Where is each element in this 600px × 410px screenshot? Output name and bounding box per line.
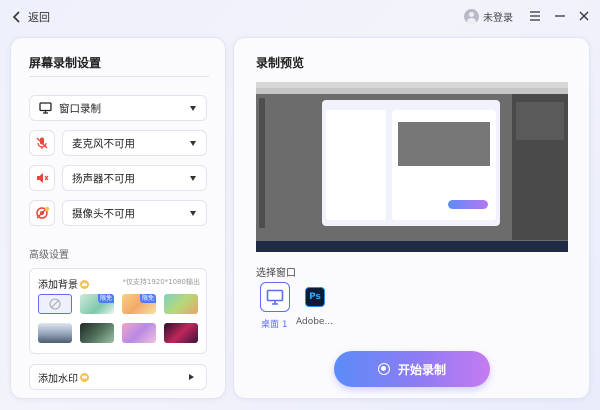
preview-panels bbox=[512, 94, 568, 240]
start-recording-label: 开始录制 bbox=[397, 362, 446, 377]
preview-toolbar bbox=[259, 98, 265, 228]
background-thumb[interactable] bbox=[164, 323, 198, 343]
chevron-right-icon bbox=[189, 374, 194, 380]
minimize-icon[interactable] bbox=[553, 9, 567, 23]
camera-dropdown[interactable]: 摄像头不可用 bbox=[62, 200, 207, 226]
divider bbox=[29, 76, 209, 77]
caret-down-icon bbox=[190, 141, 196, 146]
record-mode-dropdown[interactable]: 窗口录制 bbox=[29, 95, 207, 121]
preview-app-left bbox=[326, 110, 386, 220]
photoshop-icon: Ps bbox=[305, 287, 325, 307]
caret-down-icon bbox=[190, 176, 196, 181]
camera-toggle[interactable] bbox=[29, 200, 55, 226]
background-title: 添加背景 bbox=[38, 276, 89, 291]
back-label: 返回 bbox=[28, 11, 50, 24]
background-hint: *仅支持1920*1080输出 bbox=[122, 278, 200, 286]
speaker-off-icon bbox=[37, 173, 49, 183]
settings-title: 屏幕录制设置 bbox=[29, 56, 102, 70]
record-mode-label: 窗口录制 bbox=[59, 102, 101, 115]
preview-app-screen bbox=[398, 122, 490, 166]
avatar-icon bbox=[464, 9, 479, 24]
add-watermark-button[interactable]: 添加水印 bbox=[29, 364, 207, 390]
window-label-desktop: 桌面 1 bbox=[261, 320, 288, 330]
start-recording-button[interactable]: 开始录制 bbox=[334, 351, 490, 387]
caret-down-icon bbox=[190, 106, 196, 111]
background-thumb[interactable]: 限免 bbox=[122, 294, 156, 314]
recording-preview-panel: 录制预览 选择窗口 桌面 1 Ps Adobe... 开始录制 bbox=[233, 37, 590, 399]
crown-icon bbox=[80, 280, 89, 289]
back-button[interactable]: 返回 bbox=[12, 9, 50, 25]
title-bar: 返回 未登录 bbox=[0, 0, 600, 34]
camera-label: 摄像头不可用 bbox=[72, 207, 135, 220]
window-option-desktop[interactable] bbox=[260, 282, 290, 312]
preview-app-window bbox=[322, 100, 500, 226]
user-login[interactable]: 未登录 bbox=[464, 9, 513, 24]
free-badge: 限免 bbox=[97, 294, 114, 303]
background-thumb[interactable]: 限免 bbox=[80, 294, 114, 314]
free-badge: 限免 bbox=[139, 294, 156, 303]
none-icon bbox=[49, 298, 61, 310]
caret-down-icon bbox=[190, 211, 196, 216]
watermark-label: 添加水印 bbox=[38, 373, 78, 385]
speaker-dropdown[interactable]: 扬声器不可用 bbox=[62, 165, 207, 191]
monitor-icon bbox=[39, 102, 52, 114]
microphone-off-icon bbox=[36, 137, 48, 149]
preview-title: 录制预览 bbox=[256, 56, 305, 70]
preview-app-button bbox=[448, 200, 488, 209]
close-icon[interactable] bbox=[577, 9, 591, 23]
window-label-photoshop: Adobe... bbox=[296, 317, 334, 327]
background-none-option[interactable] bbox=[38, 294, 72, 314]
background-thumb[interactable] bbox=[38, 323, 72, 343]
background-section: 添加背景 *仅支持1920*1080输出 限免 限免 bbox=[29, 268, 207, 354]
background-thumb[interactable] bbox=[80, 323, 114, 343]
background-thumb[interactable] bbox=[122, 323, 156, 343]
preview-taskbar bbox=[256, 241, 568, 252]
speaker-toggle[interactable] bbox=[29, 165, 55, 191]
select-window-label: 选择窗口 bbox=[256, 268, 296, 279]
recording-settings-panel: 屏幕录制设置 窗口录制 麦克风不可用 扬声器不可用 摄像头不可用 高级设置 添加… bbox=[10, 37, 226, 399]
camera-off-icon bbox=[35, 206, 49, 219]
window-option-photoshop[interactable]: Ps bbox=[300, 282, 330, 312]
crown-icon bbox=[80, 372, 89, 382]
background-thumb[interactable] bbox=[164, 294, 198, 314]
microphone-toggle[interactable] bbox=[29, 130, 55, 156]
menu-icon[interactable] bbox=[528, 9, 542, 23]
record-icon bbox=[377, 363, 390, 375]
advanced-settings-label: 高级设置 bbox=[29, 250, 69, 261]
monitor-icon bbox=[266, 289, 284, 305]
chevron-left-icon bbox=[12, 11, 20, 23]
microphone-label: 麦克风不可用 bbox=[72, 137, 135, 150]
user-status-label: 未登录 bbox=[483, 13, 513, 24]
speaker-label: 扬声器不可用 bbox=[72, 172, 135, 185]
microphone-dropdown[interactable]: 麦克风不可用 bbox=[62, 130, 207, 156]
preview-screen bbox=[256, 82, 568, 252]
